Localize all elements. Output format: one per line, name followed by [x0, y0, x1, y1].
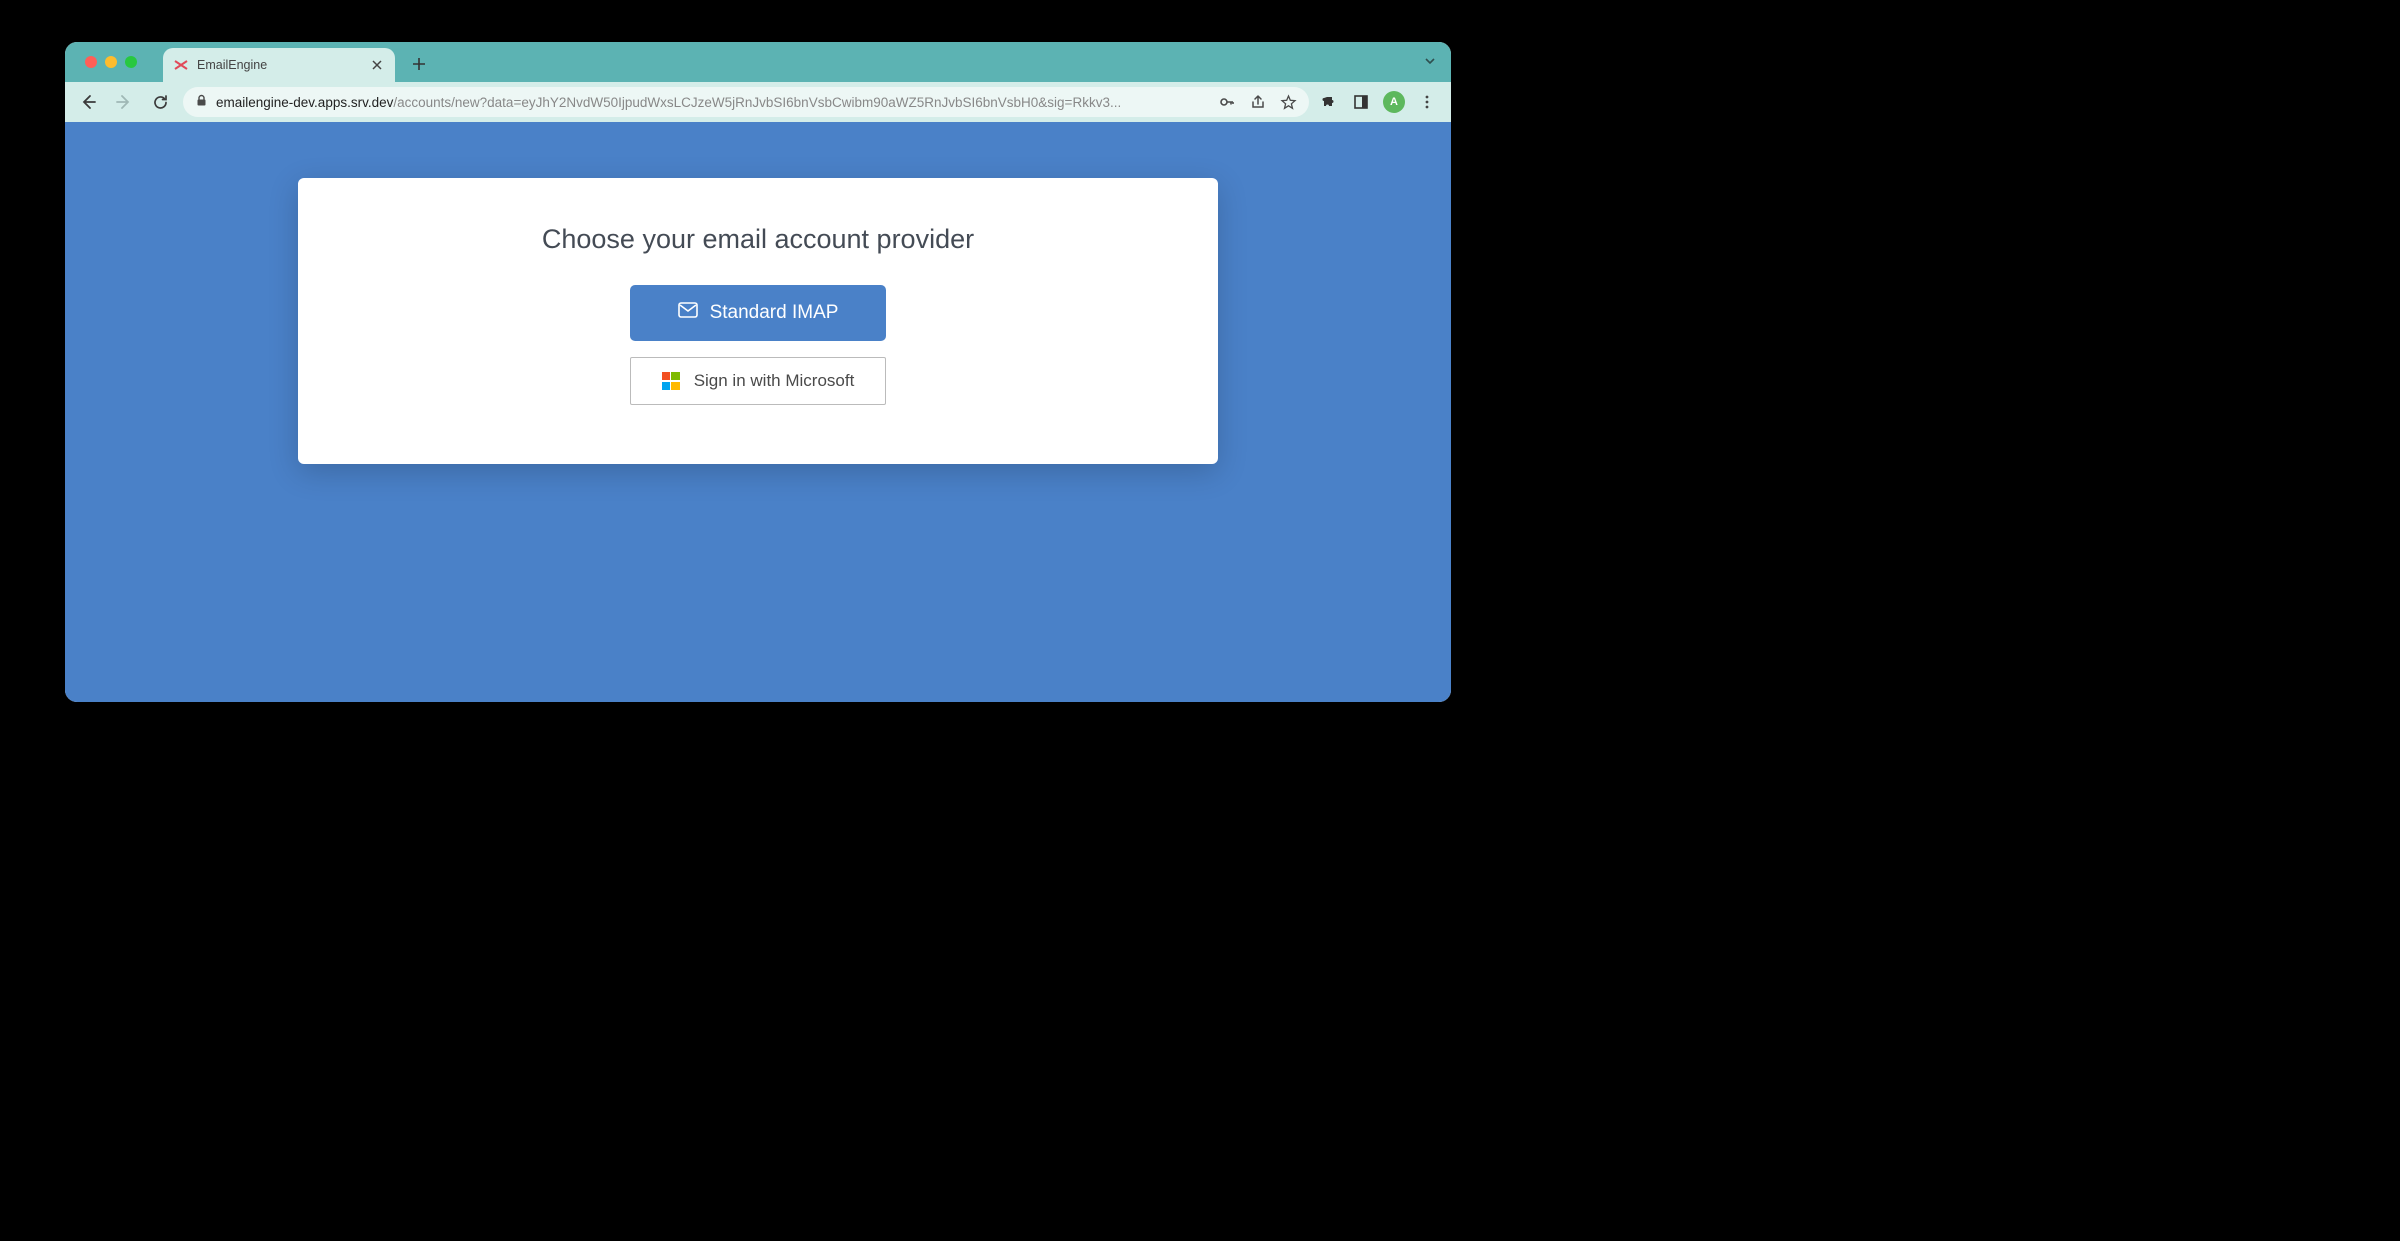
- window-close-button[interactable]: [85, 56, 97, 68]
- address-actions: [1218, 93, 1297, 111]
- address-bar[interactable]: emailengine-dev.apps.srv.dev/accounts/ne…: [183, 87, 1309, 117]
- share-icon[interactable]: [1250, 94, 1266, 110]
- provider-card: Choose your email account provider Stand…: [298, 178, 1218, 464]
- microsoft-signin-button[interactable]: Sign in with Microsoft: [630, 357, 886, 405]
- key-icon[interactable]: [1218, 93, 1236, 111]
- tab-bar: EmailEngine: [65, 42, 1451, 82]
- window-minimize-button[interactable]: [105, 56, 117, 68]
- browser-window: EmailEngine emailengine-dev.apps.srv: [65, 42, 1451, 702]
- lock-icon: [195, 94, 208, 110]
- tab-close-button[interactable]: [369, 57, 385, 73]
- tabs-chevron-down-icon[interactable]: [1423, 54, 1437, 71]
- tab-title: EmailEngine: [197, 58, 361, 72]
- nav-forward-button[interactable]: [111, 89, 137, 115]
- browser-tab[interactable]: EmailEngine: [163, 48, 395, 82]
- standard-imap-label: Standard IMAP: [710, 302, 839, 324]
- window-controls: [77, 42, 145, 82]
- extensions-puzzle-icon[interactable]: [1319, 92, 1339, 112]
- microsoft-logo-icon: [662, 372, 680, 390]
- new-tab-button[interactable]: [405, 50, 433, 78]
- window-maximize-button[interactable]: [125, 56, 137, 68]
- address-path: /accounts/new?data=eyJhY2NvdW50IjpudWxsL…: [393, 95, 1121, 110]
- standard-imap-button[interactable]: Standard IMAP: [630, 285, 886, 341]
- page-heading: Choose your email account provider: [542, 224, 974, 255]
- nav-back-button[interactable]: [75, 89, 101, 115]
- microsoft-signin-label: Sign in with Microsoft: [694, 371, 855, 391]
- avatar-letter: A: [1390, 96, 1398, 108]
- profile-avatar[interactable]: A: [1383, 91, 1405, 113]
- tab-favicon-icon: [173, 57, 189, 73]
- nav-reload-button[interactable]: [147, 89, 173, 115]
- bookmark-star-icon[interactable]: [1280, 94, 1297, 111]
- envelope-icon: [678, 302, 698, 324]
- extensions-area: A: [1319, 91, 1441, 113]
- kebab-menu-icon[interactable]: [1417, 92, 1437, 112]
- address-host: emailengine-dev.apps.srv.dev: [216, 95, 393, 110]
- panel-icon[interactable]: [1351, 92, 1371, 112]
- page-content: Choose your email account provider Stand…: [65, 122, 1451, 702]
- address-text: emailengine-dev.apps.srv.dev/accounts/ne…: [216, 95, 1121, 110]
- nav-bar: emailengine-dev.apps.srv.dev/accounts/ne…: [65, 82, 1451, 122]
